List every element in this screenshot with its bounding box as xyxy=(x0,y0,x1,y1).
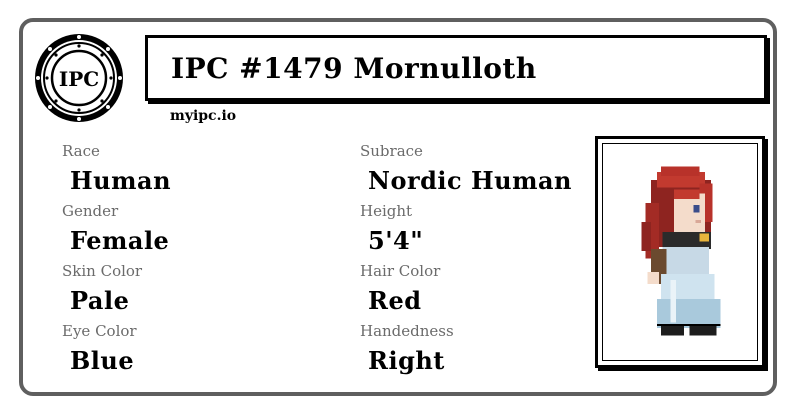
hair-color-value: Red xyxy=(368,286,422,315)
skin-color-value: Pale xyxy=(70,286,130,315)
eye-color-label: Eye Color xyxy=(62,322,137,340)
subrace-value: Nordic Human xyxy=(368,166,572,195)
site-label: myipc.io xyxy=(170,108,237,124)
race-label: Race xyxy=(62,142,100,160)
character-title: IPC #1479 Mornulloth xyxy=(171,52,537,85)
logo-text: IPC xyxy=(59,67,99,91)
hair-color-label: Hair Color xyxy=(360,262,441,280)
gender-value: Female xyxy=(70,226,170,255)
height-value: 5'4" xyxy=(368,226,424,255)
handedness-value: Right xyxy=(368,346,445,375)
subrace-label: Subrace xyxy=(360,142,423,160)
gender-label: Gender xyxy=(62,202,119,220)
portrait-frame xyxy=(595,136,765,368)
race-value: Human xyxy=(70,166,172,195)
title-banner: IPC #1479 Mornulloth xyxy=(145,35,767,101)
eye-color-value: Blue xyxy=(70,346,135,375)
handedness-label: Handedness xyxy=(360,322,454,340)
ipc-logo-icon: IPC xyxy=(35,34,123,122)
character-sprite-icon xyxy=(641,166,721,336)
portrait-inner-frame xyxy=(602,143,758,361)
skin-color-label: Skin Color xyxy=(62,262,143,280)
height-label: Height xyxy=(360,202,413,220)
